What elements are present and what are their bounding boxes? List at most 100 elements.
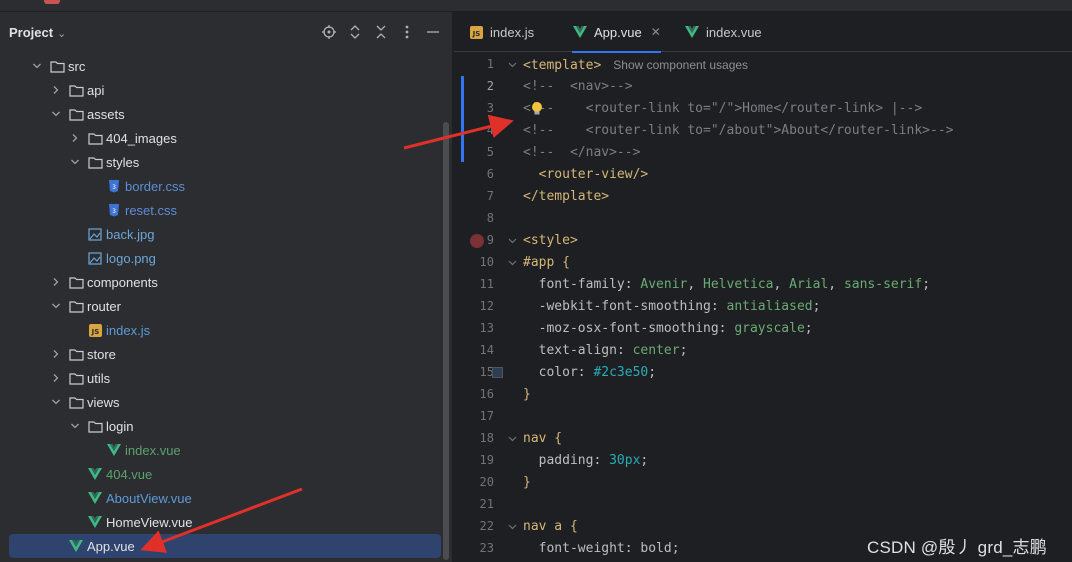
- tree-item[interactable]: src: [0, 54, 452, 78]
- folder-icon: [68, 106, 84, 122]
- code-text: <!-- <router-link to="/">Home</router-li…: [523, 101, 923, 116]
- tree-item-label: index.vue: [125, 442, 181, 458]
- folder-icon: [68, 82, 84, 98]
- code-text: text-align: center;: [538, 343, 688, 358]
- code-text: font-weight: bold;: [538, 541, 680, 556]
- chevron-down-icon[interactable]: [68, 155, 82, 169]
- line-number: 5: [486, 145, 494, 159]
- code-line: <!-- <nav>-->: [518, 76, 1072, 98]
- chevron-down-icon[interactable]: [68, 419, 82, 433]
- line-number: 14: [479, 343, 494, 357]
- locate-icon[interactable]: [320, 23, 338, 41]
- line-number: 12: [479, 299, 494, 313]
- tree-item-label: logo.png: [106, 250, 156, 266]
- breakpoint-icon[interactable]: [470, 234, 484, 248]
- tab-label: index.vue: [706, 24, 762, 40]
- line-number: 20: [479, 475, 494, 489]
- tree-item[interactable]: AboutView.vue: [0, 486, 452, 510]
- code-line: <!-- <router-link to="/">Home</router-li…: [518, 98, 1072, 120]
- fold-icon[interactable]: [507, 60, 517, 70]
- tree-item[interactable]: utils: [0, 366, 452, 390]
- tab-index-vue[interactable]: index.vue: [684, 12, 762, 52]
- tree-item[interactable]: 3 reset.css: [0, 198, 452, 222]
- tree-item[interactable]: index.vue: [0, 438, 452, 462]
- fold-icon[interactable]: [507, 236, 517, 246]
- svg-text:3: 3: [112, 208, 116, 215]
- tree-item[interactable]: components: [0, 270, 452, 294]
- tree-item-label: store: [87, 346, 116, 362]
- tree-item[interactable]: 404_images: [0, 126, 452, 150]
- hide-icon[interactable]: [424, 23, 442, 41]
- chevron-right-icon[interactable]: [49, 347, 63, 361]
- code-text: <style>: [523, 233, 578, 248]
- tree-item[interactable]: views: [0, 390, 452, 414]
- line-number: 17: [479, 409, 494, 423]
- line-number: 19: [479, 453, 494, 467]
- tab-index-js[interactable]: JS index.js: [468, 12, 534, 52]
- lightbulb-icon[interactable]: [530, 101, 544, 117]
- tree-item-label: reset.css: [125, 202, 178, 218]
- tree-item[interactable]: assets: [0, 102, 452, 126]
- line-number: 8: [486, 211, 494, 225]
- chevron-right-icon[interactable]: [68, 131, 82, 145]
- code-area[interactable]: <template> Show component usages <!-- <nav…: [518, 52, 1072, 562]
- editor-panel: JS index.js App.vue ✕ index.vue 1 2 3 4 5 6 7 8 9 10 1…: [454, 12, 1072, 562]
- line-number: 2: [486, 79, 494, 93]
- css-file-icon: 3: [106, 202, 122, 218]
- component-usages-hint[interactable]: Show component usages: [613, 58, 748, 72]
- code-line: text-align: center;: [518, 340, 1072, 362]
- tree-item-label: 404.vue: [106, 466, 153, 482]
- vue-file-icon: [87, 514, 103, 530]
- tree-item[interactable]: login: [0, 414, 452, 438]
- tab-label: App.vue: [594, 24, 642, 40]
- code-line: <!-- </nav>-->: [518, 142, 1072, 164]
- line-number: 11: [479, 277, 494, 291]
- tree-item[interactable]: logo.png: [0, 246, 452, 270]
- tree-item[interactable]: 3 border.css: [0, 174, 452, 198]
- fold-icon[interactable]: [507, 434, 517, 444]
- window-accent: [44, 0, 60, 4]
- chevron-down-icon[interactable]: [49, 107, 63, 121]
- tree-item[interactable]: JS index.js: [0, 318, 452, 342]
- folder-icon: [87, 130, 103, 146]
- code-line: color: #2c3e50;: [518, 362, 1072, 384]
- tab-App-vue[interactable]: App.vue ✕: [572, 12, 661, 53]
- more-icon[interactable]: [398, 23, 416, 41]
- svg-text:3: 3: [112, 184, 116, 191]
- tree-item[interactable]: 404.vue: [0, 462, 452, 486]
- chevron-right-icon[interactable]: [49, 275, 63, 289]
- tree-item[interactable]: HomeView.vue: [0, 510, 452, 534]
- tree-item[interactable]: back.jpg: [0, 222, 452, 246]
- tree-item[interactable]: App.vue: [9, 534, 441, 558]
- tree-item[interactable]: router: [0, 294, 452, 318]
- tree-item-label: border.css: [125, 178, 185, 194]
- code-text: <!-- </nav>-->: [523, 145, 641, 160]
- fold-icon[interactable]: [507, 258, 517, 268]
- tree-item[interactable]: styles: [0, 150, 452, 174]
- tree-item[interactable]: api: [0, 78, 452, 102]
- collapse-icon[interactable]: [372, 23, 390, 41]
- chevron-right-icon[interactable]: [49, 83, 63, 97]
- tree-item[interactable]: store: [0, 342, 452, 366]
- folder-icon: [87, 418, 103, 434]
- tree-item-label: api: [87, 82, 105, 98]
- code-line: #app {: [518, 252, 1072, 274]
- code-text: nav a {: [523, 519, 578, 534]
- line-number: 16: [479, 387, 494, 401]
- code-line: }: [518, 384, 1072, 406]
- chevron-right-icon[interactable]: [49, 371, 63, 385]
- expand-icon[interactable]: [346, 23, 364, 41]
- chevron-down-icon[interactable]: [30, 59, 44, 73]
- code-text: <router-view/>: [523, 167, 649, 182]
- chevron-down-icon[interactable]: [49, 299, 63, 313]
- project-toolbar: [320, 23, 442, 41]
- project-scrollbar[interactable]: [443, 122, 449, 560]
- fold-icon[interactable]: [507, 522, 517, 532]
- close-icon[interactable]: ✕: [651, 25, 661, 39]
- chevron-down-icon[interactable]: [49, 395, 63, 409]
- project-title[interactable]: Project ⌄: [9, 25, 66, 40]
- tree-item-label: views: [87, 394, 120, 410]
